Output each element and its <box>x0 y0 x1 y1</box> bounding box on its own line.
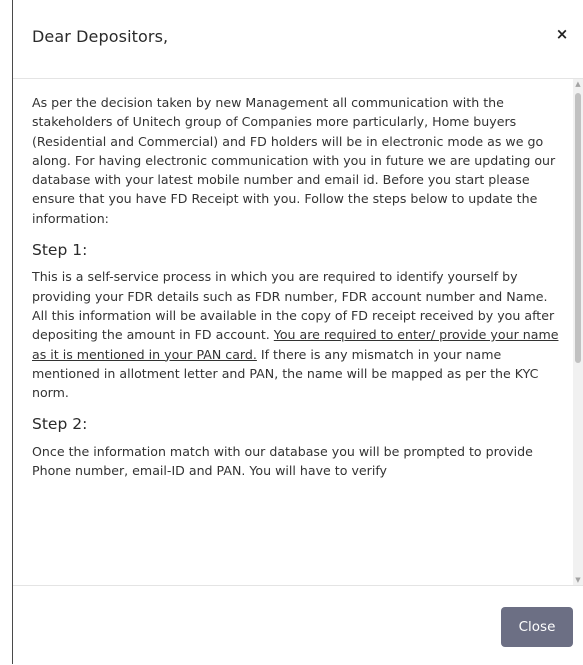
close-button[interactable]: Close <box>501 607 573 647</box>
step-2-paragraph: Once the information match with our data… <box>32 443 533 479</box>
depositors-modal: Dear Depositors, × As per the decision t… <box>13 0 583 664</box>
close-icon[interactable]: × <box>552 24 572 44</box>
modal-body[interactable]: As per the decision taken by new Managem… <box>13 79 583 585</box>
vertical-scrollbar[interactable]: ▲ ▼ <box>573 79 583 585</box>
modal-body-content: As per the decision taken by new Managem… <box>32 93 560 493</box>
step-1-heading: Step 1: <box>32 241 88 260</box>
step-1-paragraph: This is a self-service process in which … <box>32 267 560 402</box>
scrollbar-thumb[interactable] <box>575 93 581 363</box>
page: Dear Depositors, × As per the decision t… <box>0 0 583 664</box>
intro-paragraph: As per the decision taken by new Managem… <box>32 95 556 226</box>
scroll-down-arrow-icon[interactable]: ▼ <box>573 575 583 585</box>
modal-footer: Close <box>13 585 583 665</box>
background-strip <box>0 0 12 664</box>
modal-header: Dear Depositors, × <box>13 0 583 79</box>
scroll-up-arrow-icon[interactable]: ▲ <box>573 79 583 89</box>
modal-title: Dear Depositors, <box>32 27 169 46</box>
step-2-heading: Step 2: <box>32 415 88 434</box>
